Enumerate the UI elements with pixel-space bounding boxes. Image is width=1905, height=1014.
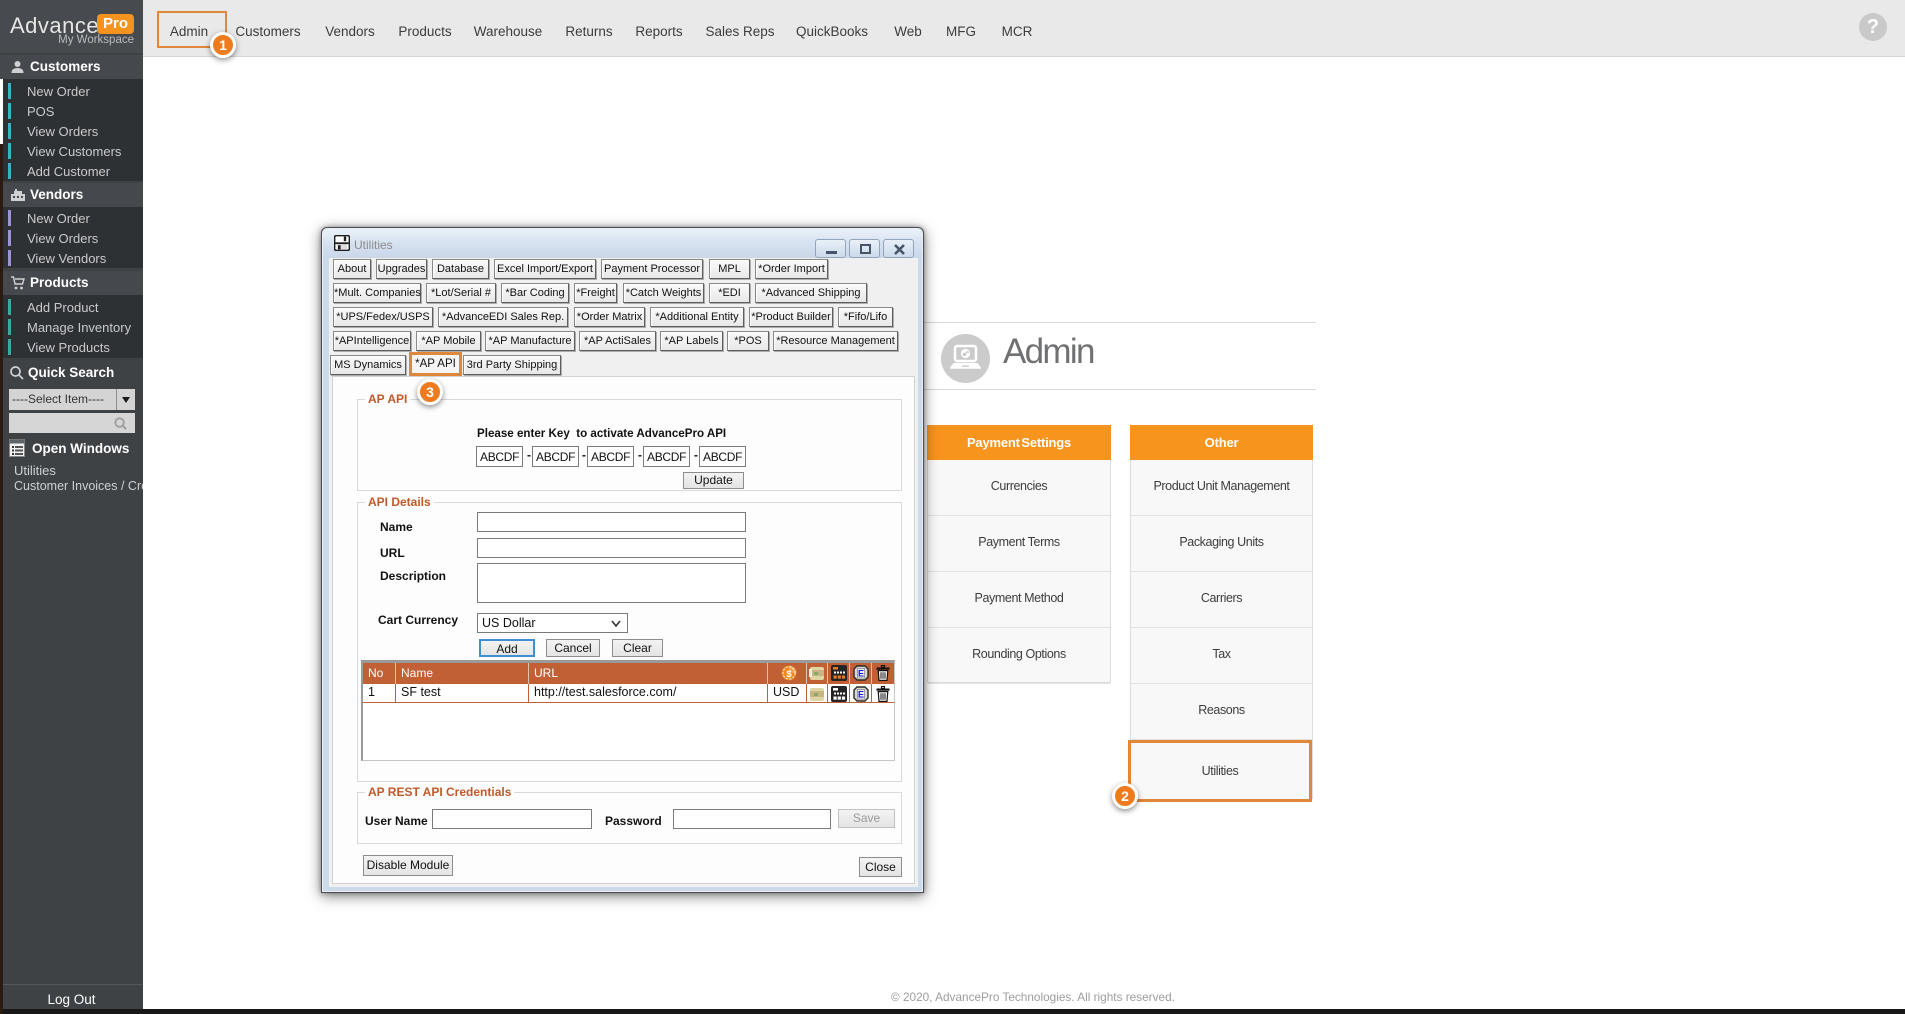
svg-text:E: E bbox=[858, 690, 864, 700]
svg-text:E: E bbox=[858, 669, 864, 679]
svg-text:$: $ bbox=[786, 669, 792, 680]
